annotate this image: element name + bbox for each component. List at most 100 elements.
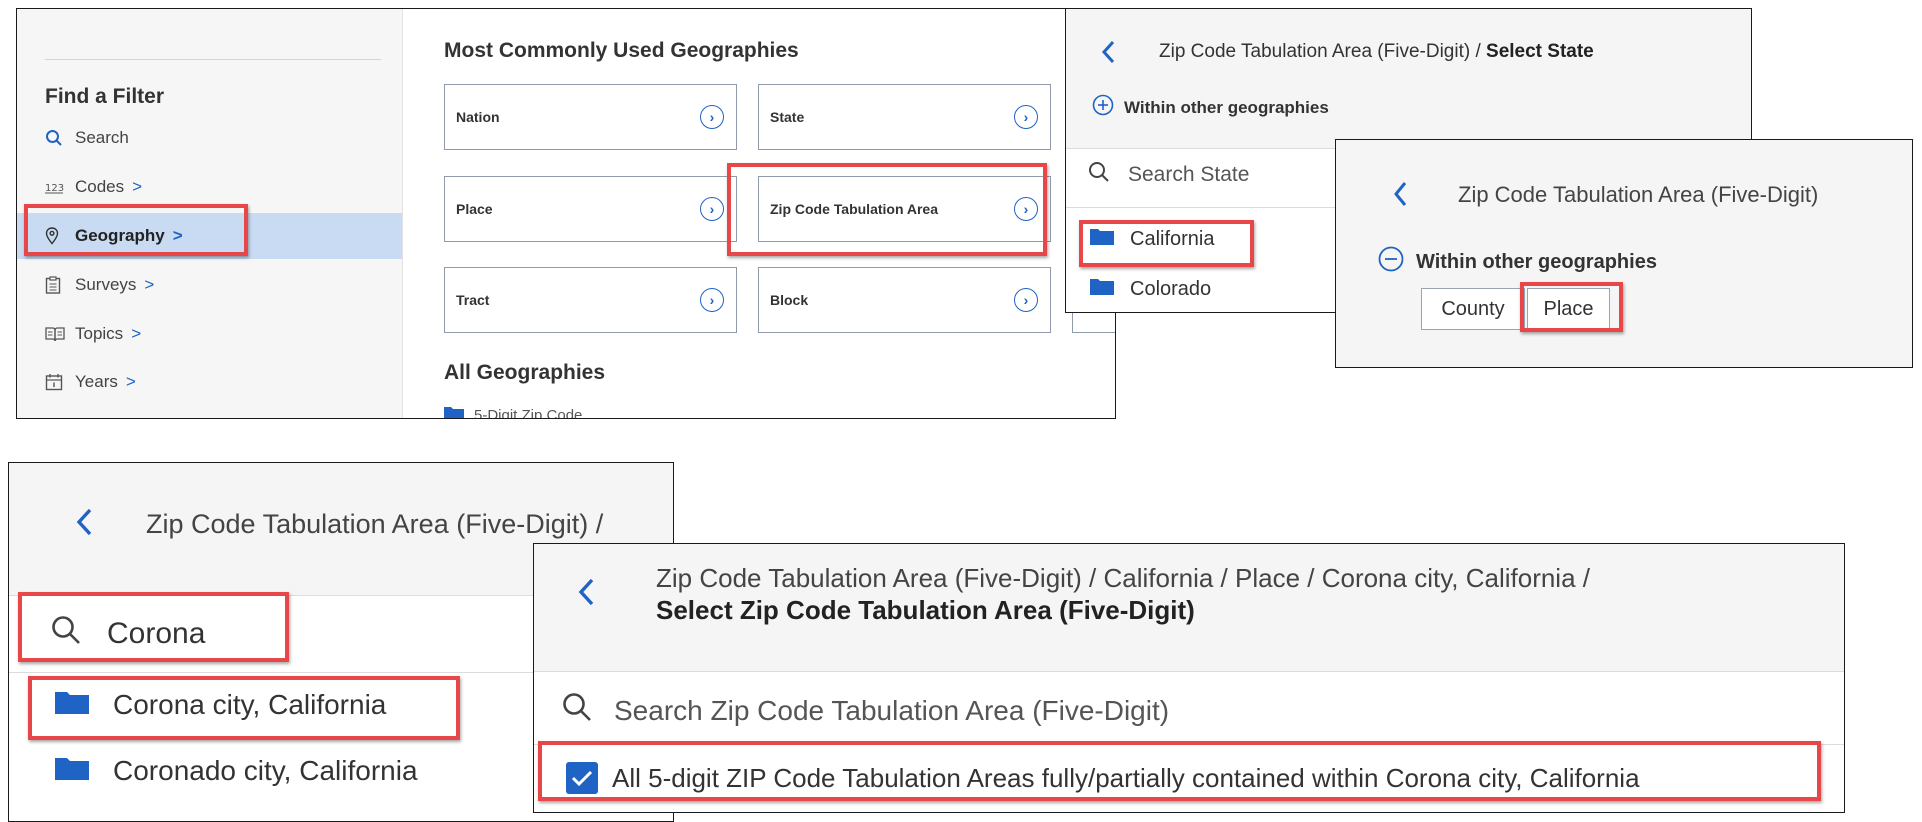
common-geographies-heading: Most Commonly Used Geographies <box>444 39 799 62</box>
geo-card-label: Place <box>456 201 493 217</box>
geo-card-label: Block <box>770 292 809 308</box>
sidebar-item-codes[interactable]: 123 Codes > <box>17 164 402 210</box>
geo-card-label: Zip Code Tabulation Area <box>770 201 939 217</box>
chevron-right-icon: > <box>131 324 142 343</box>
list-item-colorado[interactable]: Colorado <box>1090 277 1211 301</box>
sidebar-item-topics[interactable]: Topics > <box>17 311 402 357</box>
sidebar-item-geography[interactable]: Geography > <box>17 213 402 259</box>
checkbox-checked-icon[interactable] <box>566 762 598 794</box>
folder-icon <box>55 755 89 787</box>
search-icon <box>562 692 592 729</box>
filter-sidebar: Find a Filter Search 123 Codes > Geograp… <box>17 9 403 418</box>
search-placeholder: Search Zip Code Tabulation Area (Five-Di… <box>614 694 1170 726</box>
list-item-corona[interactable]: Corona city, California <box>55 689 386 721</box>
all-zcta-checkbox-row[interactable]: All 5-digit ZIP Code Tabulation Areas fu… <box>566 762 1640 794</box>
back-chevron-icon[interactable] <box>577 577 595 612</box>
circle-chevron-right-icon: › <box>1014 197 1038 221</box>
state-search-input[interactable]: Search State <box>1088 161 1249 189</box>
circle-chevron-right-icon: › <box>700 288 724 312</box>
circle-chevron-right-icon: › <box>1014 105 1038 129</box>
within-other-geographies-toggle[interactable]: Within other geographies <box>1378 246 1657 278</box>
checkbox-label: All 5-digit ZIP Code Tabulation Areas fu… <box>612 762 1640 793</box>
svg-text:123: 123 <box>45 183 64 194</box>
sidebar-search[interactable]: Search <box>17 115 402 161</box>
search-icon <box>45 129 75 147</box>
search-icon <box>1088 161 1110 189</box>
calendar-icon <box>45 373 75 391</box>
geo-card-tract[interactable]: Tract › <box>444 267 737 333</box>
list-item-label: 5-Digit Zip Code <box>474 406 583 419</box>
folder-icon <box>55 689 89 721</box>
geo-card-label: Tract <box>456 292 490 308</box>
plus-circle-icon <box>1092 94 1114 121</box>
book-icon <box>45 326 75 342</box>
back-chevron-icon[interactable] <box>1392 180 1408 213</box>
chip-county[interactable]: County <box>1421 288 1525 330</box>
within-geographies-panel: Zip Code Tabulation Area (Five-Digit) Wi… <box>1335 139 1913 368</box>
codes-123-icon: 123 <box>45 180 75 194</box>
panel-header: Zip Code Tabulation Area (Five-Digit) / … <box>1066 9 1751 149</box>
breadcrumb-path: Zip Code Tabulation Area (Five-Digit) / <box>1159 41 1487 62</box>
all-geographies-heading: All Geographies <box>444 361 606 384</box>
sidebar-item-label: Surveys <box>75 275 137 294</box>
breadcrumb-current: Select Zip Code Tabulation Area (Five-Di… <box>656 595 1195 625</box>
select-zcta-panel: Zip Code Tabulation Area (Five-Digit) / … <box>533 543 1845 813</box>
list-item-label: California <box>1130 227 1215 250</box>
geo-card-place[interactable]: Place › <box>444 176 737 242</box>
sidebar-divider <box>45 59 381 60</box>
sidebar-title: Find a Filter <box>45 85 165 108</box>
map-pin-icon <box>45 227 75 245</box>
breadcrumb: Zip Code Tabulation Area (Five-Digit) / … <box>1159 41 1594 63</box>
geo-card-label: Nation <box>456 109 500 125</box>
chevron-right-icon: > <box>125 372 136 391</box>
sidebar-search-label: Search <box>75 128 129 147</box>
chevron-right-icon: > <box>172 226 183 245</box>
chevron-right-icon: > <box>144 275 155 294</box>
geo-card-state[interactable]: State › <box>758 84 1051 150</box>
list-item-california[interactable]: California <box>1090 227 1214 251</box>
geo-card-block[interactable]: Block › <box>758 267 1051 333</box>
minus-circle-icon <box>1378 246 1404 278</box>
sidebar-item-surveys[interactable]: Surveys > <box>17 262 402 308</box>
geo-card-zcta[interactable]: Zip Code Tabulation Area › <box>758 176 1051 242</box>
within-label: Within other geographies <box>1416 250 1657 273</box>
zcta-search-input[interactable]: Search Zip Code Tabulation Area (Five-Di… <box>562 692 1169 729</box>
sidebar-item-label: Codes <box>75 177 125 196</box>
sidebar-item-label: Geography <box>75 226 165 245</box>
list-item-coronado[interactable]: Coronado city, California <box>55 755 418 787</box>
folder-icon <box>444 405 464 418</box>
within-other-geographies-toggle[interactable]: Within other geographies <box>1092 94 1329 121</box>
back-chevron-icon[interactable] <box>1100 39 1116 70</box>
folder-icon <box>1090 277 1114 301</box>
breadcrumb: Zip Code Tabulation Area (Five-Digit) / <box>146 509 604 539</box>
breadcrumb: Zip Code Tabulation Area (Five-Digit) / … <box>656 562 1590 626</box>
folder-icon <box>1090 227 1114 251</box>
list-item[interactable]: 5-Digit Zip Code <box>444 405 583 419</box>
divider <box>534 744 1844 745</box>
place-search-input[interactable]: Corona <box>51 615 205 653</box>
sidebar-item-years[interactable]: Years > <box>17 359 402 405</box>
list-item-label: Coronado city, California <box>113 755 418 786</box>
filter-panel: Find a Filter Search 123 Codes > Geograp… <box>16 8 1116 419</box>
circle-chevron-right-icon: › <box>700 197 724 221</box>
chip-place[interactable]: Place <box>1527 288 1610 330</box>
circle-chevron-right-icon: › <box>700 105 724 129</box>
list-item-label: Corona city, California <box>113 689 387 720</box>
search-value: Corona <box>107 617 206 650</box>
within-label: Within other geographies <box>1124 97 1329 117</box>
breadcrumb-current: Select State <box>1486 41 1594 62</box>
list-item-label: Colorado <box>1130 277 1212 300</box>
search-placeholder: Search State <box>1128 163 1250 186</box>
sidebar-item-label: Topics <box>75 324 124 343</box>
search-icon <box>51 615 81 653</box>
geo-card-label: State <box>770 109 805 125</box>
sidebar-item-label: Years <box>75 372 118 391</box>
clipboard-icon <box>45 276 75 294</box>
breadcrumb-path: Zip Code Tabulation Area (Five-Digit) / … <box>656 563 1590 593</box>
back-chevron-icon[interactable] <box>75 507 93 542</box>
breadcrumb: Zip Code Tabulation Area (Five-Digit) <box>1458 182 1819 207</box>
geo-card-nation[interactable]: Nation › <box>444 84 737 150</box>
panel-header: Zip Code Tabulation Area (Five-Digit) / … <box>534 544 1844 672</box>
chevron-right-icon: > <box>132 177 143 196</box>
geographies-main: Most Commonly Used Geographies Nation › … <box>403 9 1115 418</box>
